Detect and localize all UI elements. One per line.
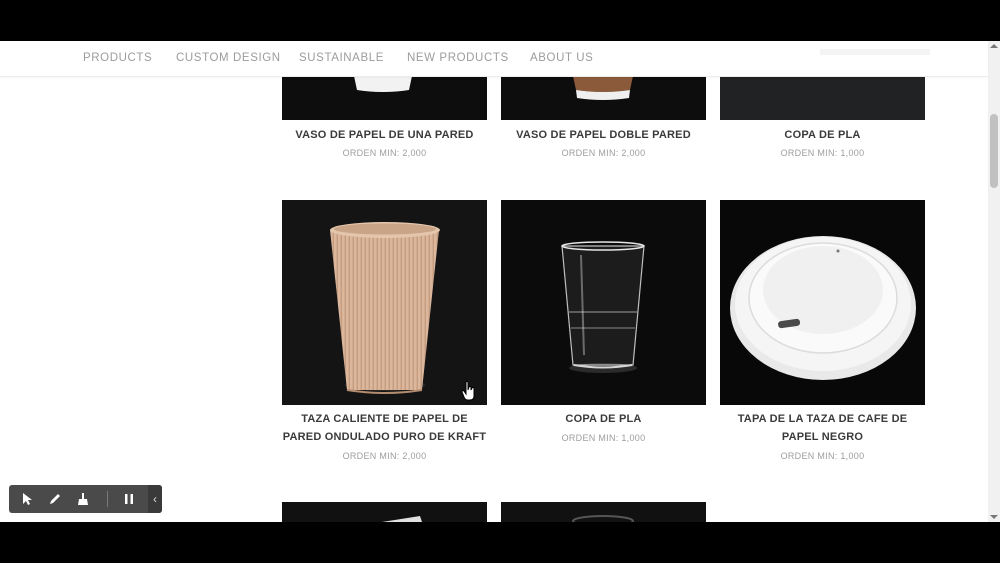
- ripple-cup-icon: [330, 222, 440, 394]
- eraser-button[interactable]: [69, 485, 97, 513]
- product-image-pla-clear-cup[interactable]: [501, 200, 706, 405]
- nav-new-products[interactable]: NEW PRODUCTS: [407, 52, 509, 64]
- pause-icon: [125, 494, 133, 504]
- nav-custom-design[interactable]: CUSTOM DESIGN: [176, 52, 281, 64]
- cup-bottom-icon: [282, 76, 487, 120]
- product-moq: ORDEN MIN: 1,000: [561, 433, 646, 443]
- nav-about-us[interactable]: ABOUT US: [530, 52, 593, 64]
- scroll-up-icon[interactable]: [990, 44, 998, 48]
- top-navigation: PRODUCTS CUSTOM DESIGN SUSTAINABLE NEW P…: [0, 41, 988, 77]
- product-name[interactable]: COPA DE PLA: [720, 126, 925, 144]
- nav-sustainable[interactable]: SUSTAINABLE: [299, 52, 384, 64]
- product-moq: ORDEN MIN: 1,000: [780, 148, 865, 158]
- pointer-button[interactable]: [13, 485, 41, 513]
- product-image[interactable]: [501, 502, 706, 522]
- product-name[interactable]: TAZA CALIENTE DE PAPEL DE PARED ONDULADO…: [282, 410, 487, 446]
- product-image-kraft-ripple-cup[interactable]: [282, 200, 487, 405]
- annotation-toolbar: ‹: [9, 485, 162, 513]
- product-image-pla-cup[interactable]: [720, 76, 925, 120]
- product-name[interactable]: VASO DE PAPEL DOBLE PARED: [501, 126, 706, 144]
- product-name[interactable]: COPA DE PLA: [501, 410, 706, 428]
- product-image-double-wall-cup[interactable]: [501, 76, 706, 120]
- vertical-scrollbar[interactable]: [988, 41, 1000, 522]
- cup-bottom-icon: [501, 76, 706, 120]
- product-moq: ORDEN MIN: 1,000: [780, 451, 865, 461]
- clear-cup-icon: [561, 241, 645, 373]
- product-image[interactable]: [282, 502, 487, 522]
- chevron-left-icon[interactable]: ‹: [148, 485, 162, 513]
- nav-products[interactable]: PRODUCTS: [83, 52, 152, 64]
- product-top-icon: [382, 516, 422, 522]
- hand-cursor-icon: [461, 381, 475, 401]
- pointer-icon: [23, 493, 32, 505]
- product-name[interactable]: VASO DE PAPEL DE UNA PARED: [282, 126, 487, 144]
- broom-icon: [78, 493, 88, 505]
- nav-search-placeholder: [820, 49, 930, 55]
- product-moq: ORDEN MIN: 2,000: [561, 148, 646, 158]
- toolbar-divider: [107, 491, 108, 507]
- pause-button[interactable]: [115, 485, 143, 513]
- product-name[interactable]: TAPA DE LA TAZA DE CAFE DE PAPEL NEGRO: [720, 410, 925, 446]
- browser-viewport: PRODUCTS CUSTOM DESIGN SUSTAINABLE NEW P…: [0, 41, 1000, 522]
- scrollbar-thumb[interactable]: [990, 114, 998, 188]
- cup-lid-icon: [730, 236, 916, 380]
- pen-button[interactable]: [41, 485, 69, 513]
- product-image-single-wall-cup[interactable]: [282, 76, 487, 120]
- scroll-down-icon[interactable]: [990, 515, 998, 519]
- product-image-cup-lid[interactable]: [720, 200, 925, 405]
- product-moq: ORDEN MIN: 2,000: [342, 451, 427, 461]
- pencil-icon: [50, 494, 60, 504]
- product-top-icon: [572, 515, 634, 522]
- product-moq: ORDEN MIN: 2,000: [342, 148, 427, 158]
